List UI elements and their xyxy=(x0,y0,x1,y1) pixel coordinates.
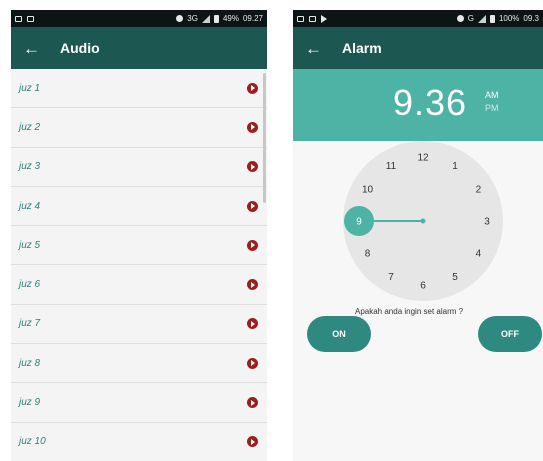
clock-number-3[interactable]: 3 xyxy=(484,217,490,228)
app-bar: ← Audio xyxy=(11,27,267,69)
clock-number-6[interactable]: 6 xyxy=(420,281,426,292)
play-icon[interactable] xyxy=(247,239,258,251)
clock-number-12[interactable]: 12 xyxy=(417,153,429,164)
on-button[interactable]: ON xyxy=(307,316,371,352)
list-item[interactable]: juz 10 xyxy=(11,422,267,461)
play-icon[interactable] xyxy=(247,397,258,409)
am-toggle[interactable]: AM xyxy=(485,89,499,102)
play-icon[interactable] xyxy=(247,82,258,94)
list-item[interactable]: juz 5 xyxy=(11,226,267,266)
do-not-disturb-icon xyxy=(456,15,464,22)
item-label: juz 10 xyxy=(19,436,46,448)
do-not-disturb-icon xyxy=(176,15,184,22)
item-label: juz 2 xyxy=(19,121,41,133)
play-icon[interactable] xyxy=(247,318,258,330)
status-bar: G 100% 09.3 xyxy=(293,10,543,27)
play-icon[interactable] xyxy=(247,161,258,173)
clock-number-4[interactable]: 4 xyxy=(476,249,482,260)
app-notification-icon xyxy=(27,15,34,22)
clock-number-5[interactable]: 5 xyxy=(452,272,458,283)
clock-time: 09.3 xyxy=(523,14,539,23)
play-icon[interactable] xyxy=(247,121,258,133)
media-play-icon xyxy=(321,14,327,23)
clock-time: 09.27 xyxy=(242,14,263,23)
clock-number-8[interactable]: 8 xyxy=(365,249,371,260)
notification-icons xyxy=(15,15,34,22)
play-icon[interactable] xyxy=(247,200,258,212)
clock-center xyxy=(420,218,426,224)
app-bar: ← Alarm xyxy=(293,27,543,69)
list-item[interactable]: juz 4 xyxy=(11,186,267,227)
network-type: G xyxy=(467,14,474,23)
item-label: juz 9 xyxy=(19,397,41,409)
alarm-screen: G 100% 09.3 ← Alarm 9.36 AM PM 12 1 2 3 4 5 6 7… xyxy=(293,10,543,461)
battery-percent: 49% xyxy=(222,14,239,23)
item-label: juz 4 xyxy=(19,200,41,212)
list-item[interactable]: juz 7 xyxy=(11,304,267,345)
clock-number-2[interactable]: 2 xyxy=(476,185,482,196)
battery-percent: 100% xyxy=(498,14,520,23)
page-title: Audio xyxy=(60,40,100,56)
clock-number-10[interactable]: 10 xyxy=(362,185,374,196)
clock-number-9[interactable]: 9 xyxy=(356,217,362,228)
list-item[interactable]: juz 8 xyxy=(11,344,267,384)
signal-icon xyxy=(477,14,486,23)
item-label: juz 3 xyxy=(19,161,41,173)
item-label: juz 6 xyxy=(19,279,41,291)
item-label: juz 8 xyxy=(19,357,41,369)
scrollbar[interactable] xyxy=(263,73,266,203)
signal-icon xyxy=(201,14,210,23)
page-title: Alarm xyxy=(342,40,382,56)
item-label: juz 5 xyxy=(19,239,41,251)
back-arrow-icon[interactable]: ← xyxy=(23,40,40,57)
battery-icon xyxy=(213,14,219,23)
image-notification-icon xyxy=(15,15,22,22)
alarm-prompt: Apakah anda ingin set alarm ? xyxy=(355,307,464,316)
play-icon[interactable] xyxy=(247,357,258,369)
am-pm-selector: AM PM xyxy=(485,89,499,115)
back-arrow-icon[interactable]: ← xyxy=(305,40,322,57)
clock-number-11[interactable]: 11 xyxy=(386,161,397,172)
time-display: 9.36 AM PM xyxy=(293,69,543,141)
play-icon[interactable] xyxy=(247,279,258,291)
item-label: juz 1 xyxy=(19,82,41,94)
battery-icon xyxy=(489,14,495,23)
network-type: 3G xyxy=(187,14,198,23)
audio-screen: 3G 49% 09.27 ← Audio juz 1 juz 2 juz 3 j… xyxy=(11,10,267,461)
play-icon[interactable] xyxy=(247,436,258,448)
app-notification-icon xyxy=(309,15,316,22)
list-item[interactable]: juz 1 xyxy=(11,69,267,109)
audio-list: juz 1 juz 2 juz 3 juz 4 juz 5 juz 6 juz … xyxy=(11,69,267,461)
notification-icons xyxy=(297,14,327,23)
clock-number-7[interactable]: 7 xyxy=(388,272,394,283)
clock-face[interactable]: 12 1 2 3 4 5 6 7 8 9 10 11 xyxy=(342,140,504,302)
selected-time[interactable]: 9.36 xyxy=(393,82,467,124)
list-item[interactable]: juz 9 xyxy=(11,383,267,423)
list-item[interactable]: juz 2 xyxy=(11,108,267,148)
image-notification-icon xyxy=(297,15,304,22)
clock-number-1[interactable]: 1 xyxy=(452,161,458,172)
status-bar: 3G 49% 09.27 xyxy=(11,10,267,27)
clock-dial[interactable]: 121234567891011 xyxy=(342,140,504,302)
list-item[interactable]: juz 3 xyxy=(11,147,267,187)
pm-toggle[interactable]: PM xyxy=(485,102,499,115)
item-label: juz 7 xyxy=(19,318,41,330)
off-button[interactable]: OFF xyxy=(478,316,542,352)
list-item[interactable]: juz 6 xyxy=(11,265,267,305)
